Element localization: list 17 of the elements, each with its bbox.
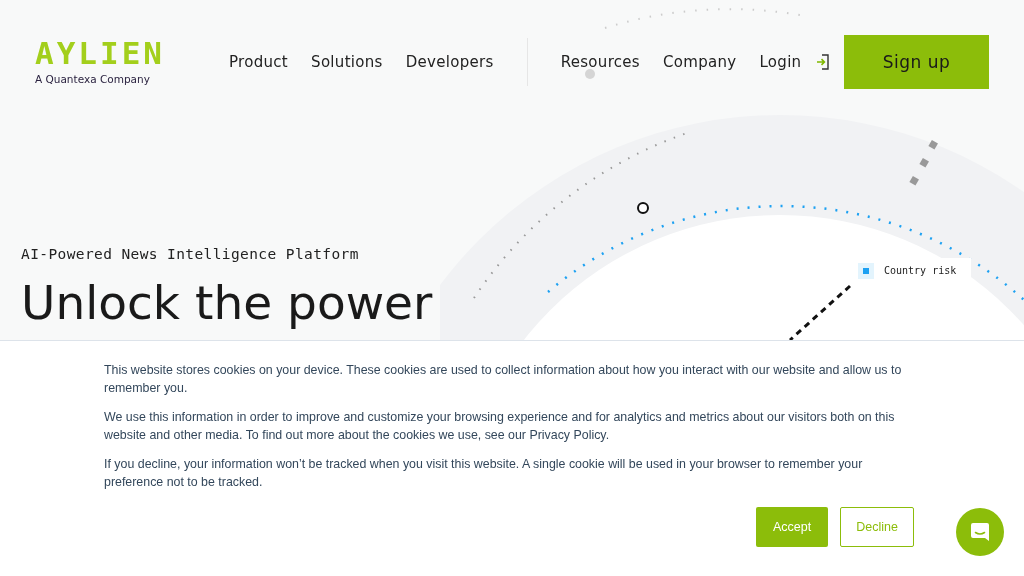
hero-eyebrow: AI-Powered News Intelligence Platform [21,246,360,262]
login-link[interactable]: Login [759,53,802,71]
chat-icon [968,520,992,544]
nav-link[interactable]: Solutions [311,53,383,71]
login-icon[interactable] [816,54,831,70]
nav-link[interactable]: Resources [560,53,640,71]
logo-tagline: A Quantexa Company [35,73,151,85]
nav-link[interactable]: Product [229,53,289,71]
nav-link[interactable]: Developers [405,53,494,71]
cookie-paragraph: This website stores cookies on your device. These cookies are used to collect information about how you interact with our website and allow us to remember you. [104,362,903,397]
sign-up-button[interactable]: Sign up [844,35,989,89]
cookie-paragraph: If you decline, your information won’t be tracked when you visit this website. A single cookie will be used in your browser to remember your preference not to be tracked. [104,456,864,491]
cookie-paragraph: We use this information in order to improve and customize your browsing experience and for analytics and metrics about our visitors both on this website and other media. To find out more about the cookies we use, see our Privacy Policy. [104,409,896,444]
nav-link[interactable]: Company [662,53,737,71]
hero-headline: Unlock the power [21,276,434,330]
tag-label: Country risk [884,265,957,276]
square-icon [858,262,874,279]
